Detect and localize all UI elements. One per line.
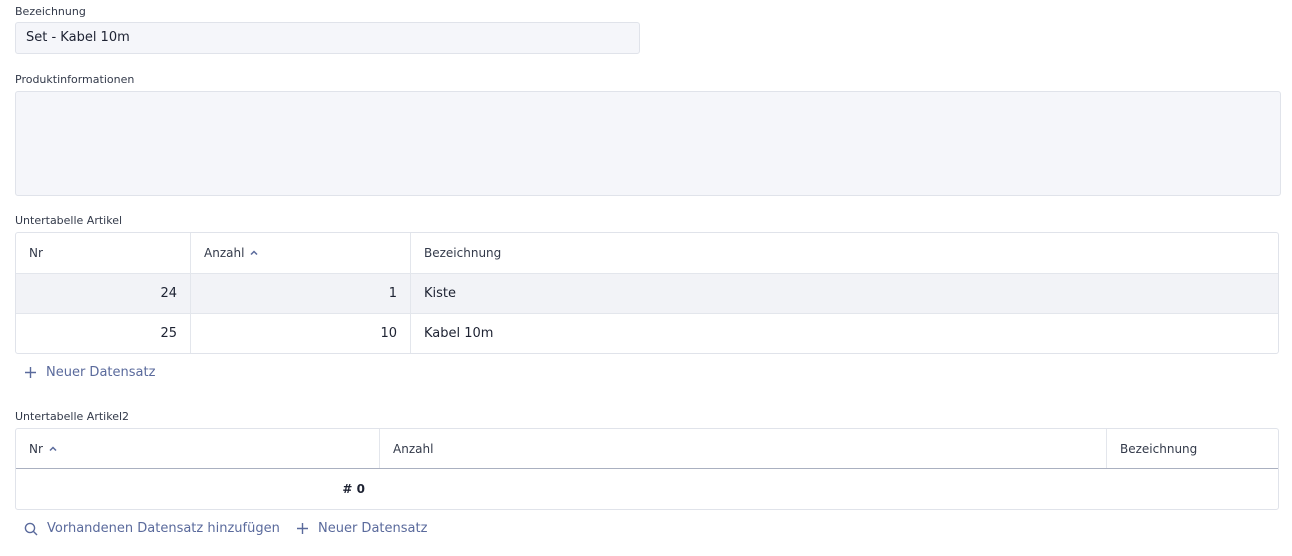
column-header-label: Anzahl — [204, 246, 245, 260]
subtable1-col-nr[interactable]: Nr — [16, 233, 190, 273]
subtable2-col-nr[interactable]: Nr — [16, 429, 379, 468]
cell-anzahl: 1 — [190, 274, 410, 313]
produktinfo-textarea[interactable] — [15, 91, 1281, 196]
cell-bezeichnung: Kiste — [410, 274, 1278, 313]
bezeichnung-label: Bezeichnung — [15, 5, 86, 18]
subtable1-label: Untertabelle Artikel — [15, 214, 123, 227]
cell-anzahl: 10 — [190, 314, 410, 353]
column-header-label: Anzahl — [393, 441, 434, 456]
plus-icon — [25, 367, 36, 378]
new-record-label: Neuer Datensatz — [318, 521, 428, 536]
subtable2-grid: Nr Anzahl Bezeichnung # 0 — [15, 428, 1279, 510]
subtable2-col-bezeichnung[interactable]: Bezeichnung — [1106, 429, 1278, 468]
subtable2-label: Untertabelle Artikel2 — [15, 410, 130, 423]
record-form: Bezeichnung Set - Kabel 10m Produktinfor… — [0, 0, 1292, 556]
subtable1-header-row: Nr Anzahl Bezeichnung — [16, 233, 1278, 273]
new-record-label: Neuer Datensatz — [46, 365, 156, 380]
chevron-up-icon — [250, 250, 258, 256]
column-header-label: Nr — [29, 441, 43, 456]
subtable2-col-anzahl[interactable]: Anzahl — [379, 429, 1106, 468]
produktinfo-label: Produktinformationen — [15, 73, 135, 86]
subtable1-new-record-button[interactable]: Neuer Datensatz — [24, 365, 155, 380]
subtable1-grid: Nr Anzahl Bezeichnung 24 1 Kiste 25 10 K… — [15, 232, 1279, 354]
cell-nr: 24 — [160, 286, 177, 301]
record-count: # 0 — [342, 482, 365, 496]
column-header-label: Bezeichnung — [1120, 441, 1198, 456]
chevron-up-icon — [49, 445, 57, 451]
add-existing-label: Vorhandenen Datensatz hinzufügen — [47, 521, 280, 536]
subtable1-col-anzahl[interactable]: Anzahl — [190, 233, 410, 273]
table-row[interactable]: 24 1 Kiste — [16, 273, 1278, 313]
plus-icon — [297, 523, 308, 534]
cell-bezeichnung: Kabel 10m — [410, 314, 1278, 353]
table-row[interactable]: 25 10 Kabel 10m — [16, 313, 1278, 353]
subtable2-count-row: # 0 — [16, 469, 1278, 509]
add-existing-record-button[interactable]: Vorhandenen Datensatz hinzufügen — [24, 521, 280, 536]
subtable2-new-record-button[interactable]: Neuer Datensatz — [296, 521, 427, 536]
search-icon — [24, 522, 38, 535]
column-header-label: Nr — [29, 246, 43, 260]
column-header-label: Bezeichnung — [424, 246, 502, 260]
bezeichnung-input[interactable]: Set - Kabel 10m — [15, 22, 640, 54]
cell-nr: 25 — [160, 326, 177, 341]
subtable1-col-bezeichnung[interactable]: Bezeichnung — [410, 233, 1278, 273]
subtable2-header-row: Nr Anzahl Bezeichnung — [16, 429, 1278, 469]
